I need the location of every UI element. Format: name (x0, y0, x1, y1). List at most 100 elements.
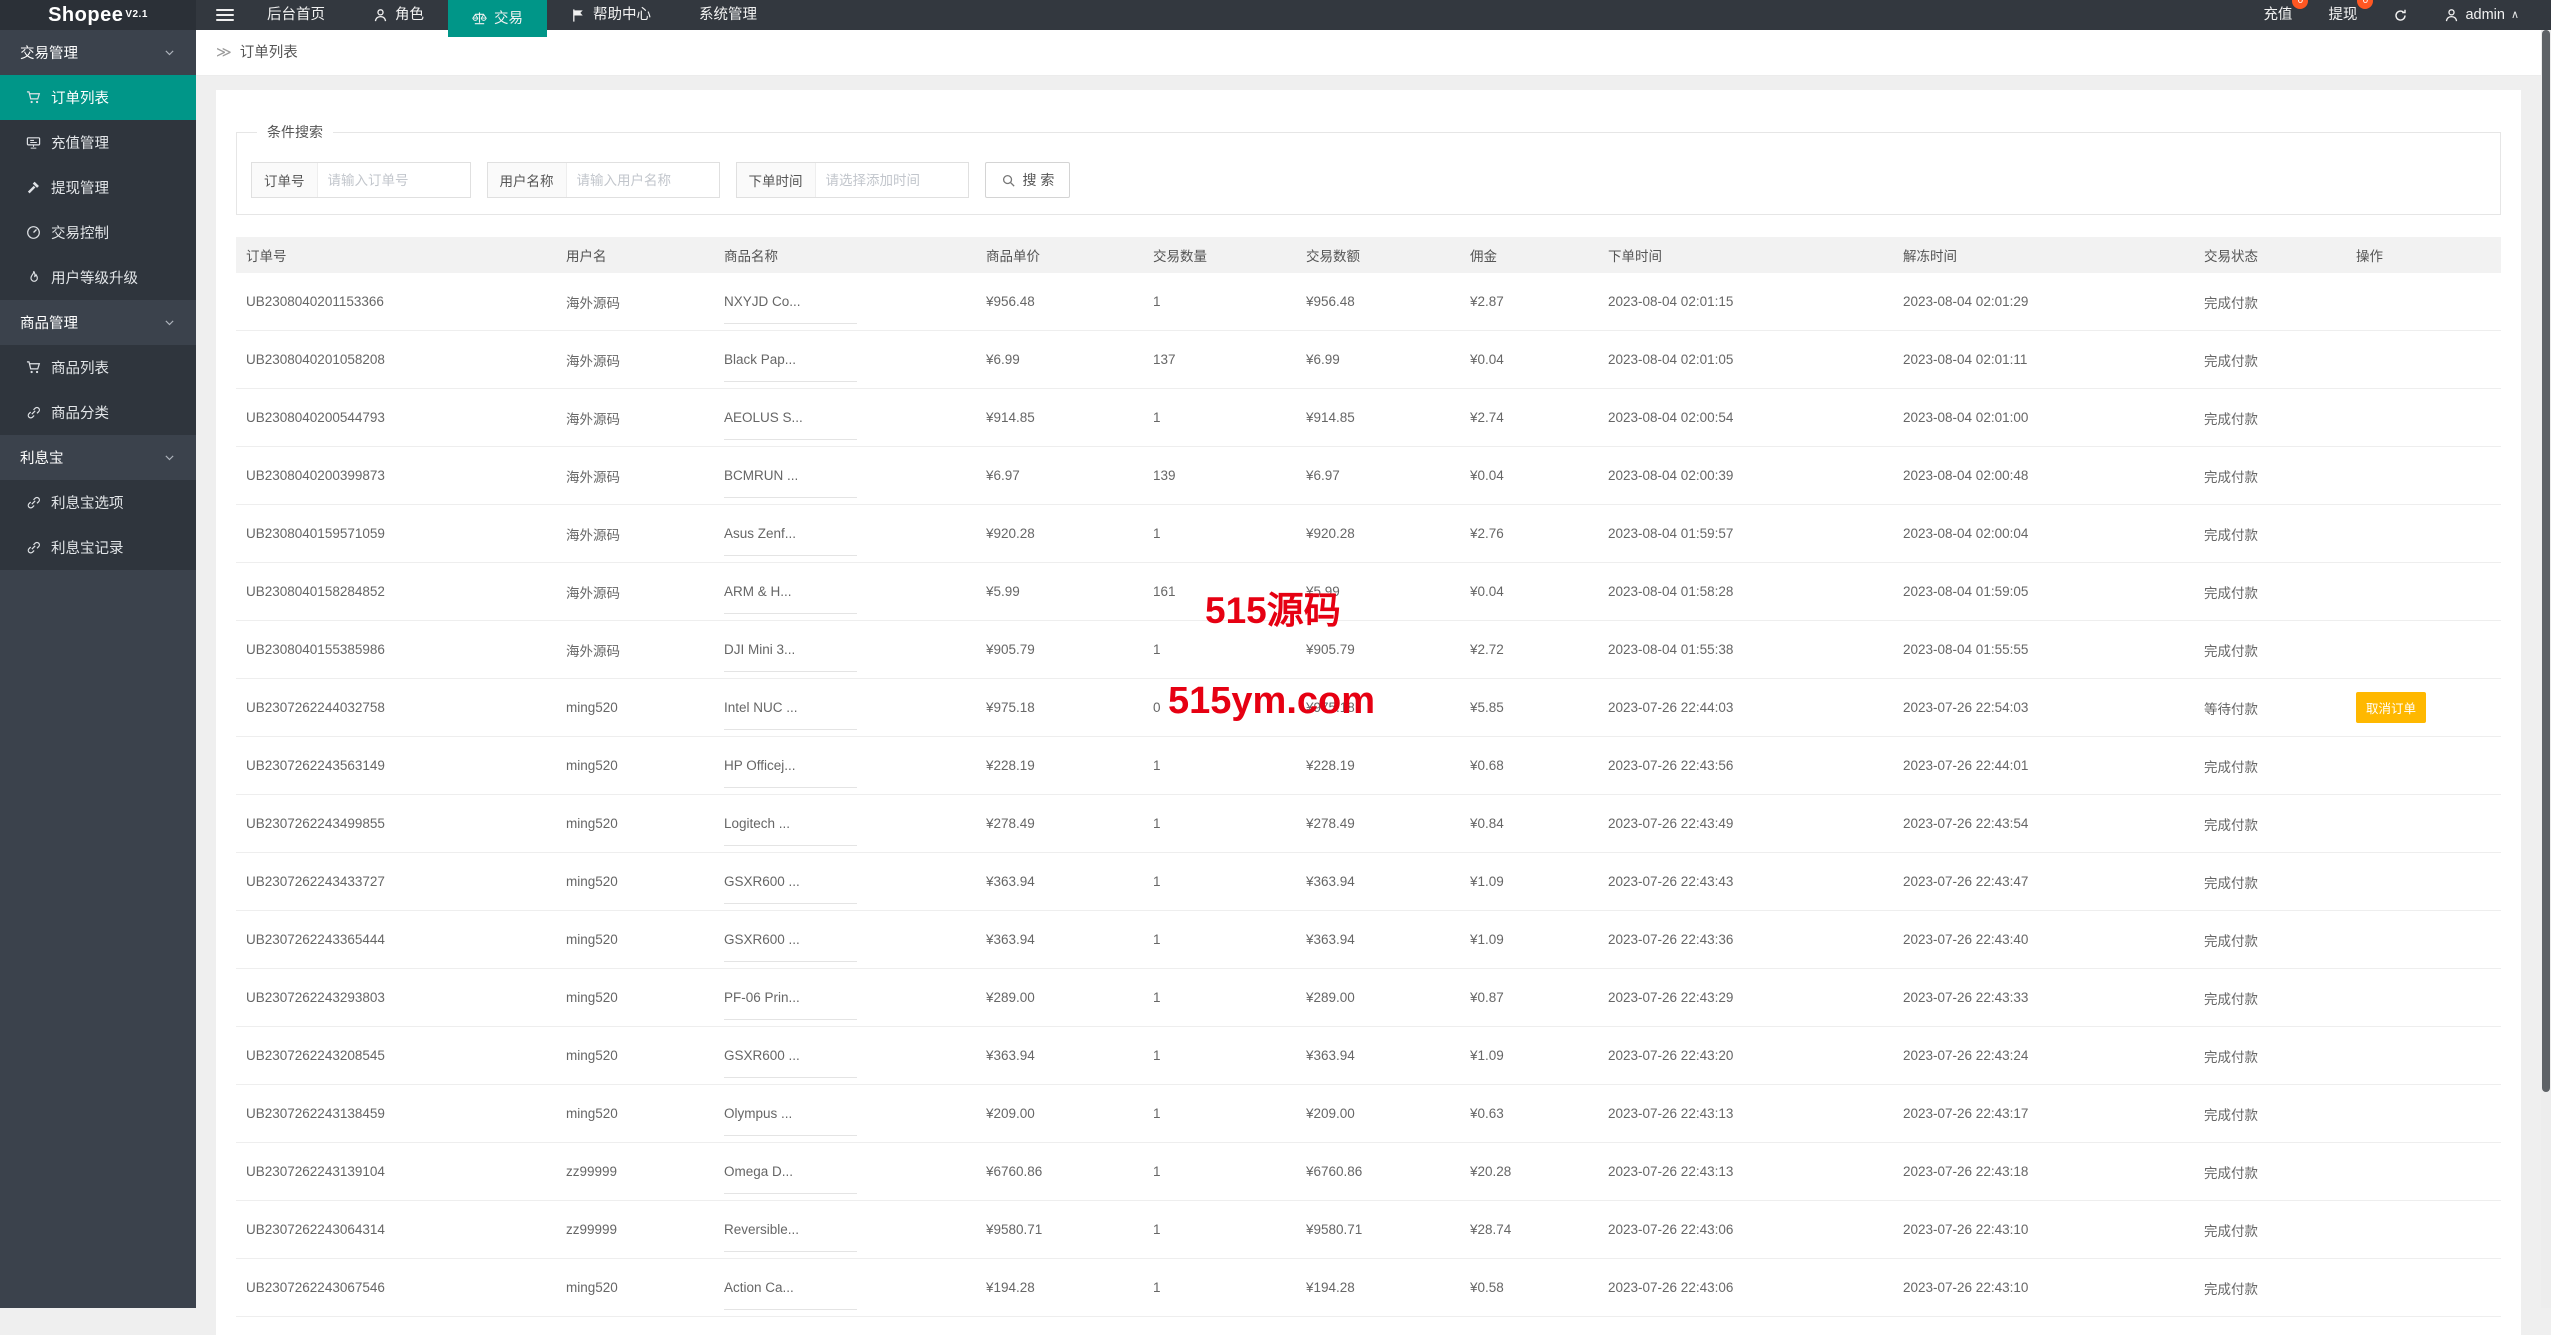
cell-product: NXYJD Co... (714, 294, 976, 310)
cell-price: ¥278.49 (976, 816, 1143, 831)
sidebar-item-lixibao-options[interactable]: 利息宝选项 (0, 480, 196, 525)
cell-unfreeze-time: 2023-08-04 01:59:05 (1893, 584, 2194, 599)
cell-amount: ¥6.99 (1296, 352, 1460, 367)
search-panel: 条件搜索 订单号用户名称下单时间搜 索 (236, 122, 2501, 215)
cell-status: 完成付款 (2194, 350, 2346, 370)
breadcrumb: ≫订单列表 (196, 30, 2551, 76)
sidebar-group-trade-manage[interactable]: 交易管理 (0, 30, 196, 75)
product-name[interactable]: NXYJD Co... (724, 294, 857, 324)
cell-qty: 1 (1143, 1280, 1296, 1295)
nav-item-home[interactable]: 后台首页 (243, 0, 349, 30)
cell-product: GSXR600 ... (714, 932, 976, 948)
product-name[interactable]: Action Ca... (724, 1280, 857, 1310)
user-name-input[interactable] (567, 163, 719, 197)
cell-status: 等待付款 (2194, 698, 2346, 718)
sidebar-item-goods-list[interactable]: 商品列表 (0, 345, 196, 390)
scrollbar[interactable] (2541, 30, 2551, 1308)
nav-item-trade[interactable]: 交易 (448, 0, 547, 37)
sidebar-item-label: 用户等级升级 (51, 267, 138, 288)
cell-product: Asus Zenf... (714, 526, 976, 542)
cell-order-time: 2023-07-26 22:43:13 (1598, 1164, 1893, 1179)
menu-toggle-icon[interactable] (207, 0, 243, 30)
sidebar-item-lixibao-records[interactable]: 利息宝记录 (0, 525, 196, 570)
sidebar-item-user-level-upgrade[interactable]: 用户等级升级 (0, 255, 196, 300)
cell-price: ¥194.28 (976, 1280, 1143, 1295)
sidebar-item-order-list[interactable]: 订单列表 (0, 75, 196, 120)
user-menu[interactable]: admin ∧ (2426, 0, 2537, 30)
cell-order-time: 2023-07-26 22:43:36 (1598, 932, 1893, 947)
cell-unfreeze-time: 2023-08-04 02:01:00 (1893, 410, 2194, 425)
withdraw-badge: 0 (2357, 0, 2373, 9)
cell-amount: ¥6760.86 (1296, 1164, 1460, 1179)
search-button[interactable]: 搜 索 (985, 162, 1071, 198)
scrollbar-thumb[interactable] (2542, 30, 2550, 1092)
product-name[interactable]: GSXR600 ... (724, 874, 857, 904)
cell-commission: ¥1.09 (1460, 1048, 1598, 1063)
sidebar-item-withdraw-manage[interactable]: 提现管理 (0, 165, 196, 210)
cell-user: 海外源码 (556, 408, 714, 428)
cell-commission: ¥20.28 (1460, 1164, 1598, 1179)
cell-product: Logitech ... (714, 816, 976, 832)
cell-qty: 1 (1143, 294, 1296, 309)
cell-commission: ¥0.58 (1460, 1280, 1598, 1295)
hammer-icon (26, 180, 41, 195)
cell-order-time: 2023-07-26 22:43:20 (1598, 1048, 1893, 1063)
nav-item-help-center[interactable]: 帮助中心 (547, 0, 675, 30)
nav-item-system-manage[interactable]: 系统管理 (675, 0, 781, 30)
refresh-button[interactable] (2375, 0, 2426, 30)
cell-product: Black Pap... (714, 352, 976, 368)
product-name[interactable]: GSXR600 ... (724, 1048, 857, 1078)
sidebar-group-label: 交易管理 (20, 42, 163, 63)
cell-status: 完成付款 (2194, 988, 2346, 1008)
cell-product: BCMRUN ... (714, 468, 976, 484)
product-name[interactable]: Olympus ... (724, 1106, 857, 1136)
cell-order-time: 2023-07-26 22:43:06 (1598, 1222, 1893, 1237)
product-name[interactable]: DJI Mini 3... (724, 642, 857, 672)
cell-unfreeze-time: 2023-07-26 22:43:18 (1893, 1164, 2194, 1179)
search-button-label: 搜 索 (1023, 170, 1055, 190)
cell-qty: 0 (1143, 700, 1296, 715)
sidebar-group-goods-manage[interactable]: 商品管理 (0, 300, 196, 345)
cell-qty: 1 (1143, 874, 1296, 889)
cell-price: ¥920.28 (976, 526, 1143, 541)
recharge-link[interactable]: 充值 0 (2245, 0, 2310, 30)
product-name[interactable]: BCMRUN ... (724, 468, 857, 498)
sidebar-item-goods-category[interactable]: 商品分类 (0, 390, 196, 435)
product-name[interactable]: Logitech ... (724, 816, 857, 846)
search-icon (1001, 173, 1016, 188)
cell-user: 海外源码 (556, 524, 714, 544)
product-name[interactable]: PF-06 Prin... (724, 990, 857, 1020)
cell-status: 完成付款 (2194, 292, 2346, 312)
table-row: UB2308040158284852海外源码ARM & H...¥5.99161… (236, 563, 2501, 621)
cell-price: ¥956.48 (976, 294, 1143, 309)
product-name[interactable]: Intel NUC ... (724, 700, 857, 730)
product-name[interactable]: Black Pap... (724, 352, 857, 382)
cell-price: ¥289.00 (976, 990, 1143, 1005)
cell-unfreeze-time: 2023-07-26 22:43:33 (1893, 990, 2194, 1005)
product-name[interactable]: AEOLUS S... (724, 410, 857, 440)
cell-amount: ¥289.00 (1296, 990, 1460, 1005)
product-name[interactable]: Asus Zenf... (724, 526, 857, 556)
order-time-input[interactable] (816, 163, 968, 197)
product-name[interactable]: HP Officej... (724, 758, 857, 788)
link-icon (26, 540, 41, 555)
scales-icon (472, 11, 487, 26)
product-name[interactable]: Omega D... (724, 1164, 857, 1194)
cell-status: 完成付款 (2194, 1220, 2346, 1240)
product-name[interactable]: Reversible... (724, 1222, 857, 1252)
cancel-order-button[interactable]: 取消订单 (2356, 692, 2426, 723)
product-name[interactable]: ARM & H... (724, 584, 857, 614)
sidebar-group-lixibao[interactable]: 利息宝 (0, 435, 196, 480)
order-no-input[interactable] (318, 163, 470, 197)
app-logo: ShopeeV2.1 (0, 0, 196, 30)
sidebar-item-label: 商品分类 (51, 402, 109, 423)
cell-user: 海外源码 (556, 350, 714, 370)
cell-commission: ¥2.76 (1460, 526, 1598, 541)
nav-item-role[interactable]: 角色 (349, 0, 448, 30)
link-icon (26, 495, 41, 510)
withdraw-link[interactable]: 提现 0 (2310, 0, 2375, 30)
sidebar-item-trade-control[interactable]: 交易控制 (0, 210, 196, 255)
sidebar-item-recharge-manage[interactable]: 充值管理 (0, 120, 196, 165)
cell-commission: ¥0.87 (1460, 990, 1598, 1005)
product-name[interactable]: GSXR600 ... (724, 932, 857, 962)
